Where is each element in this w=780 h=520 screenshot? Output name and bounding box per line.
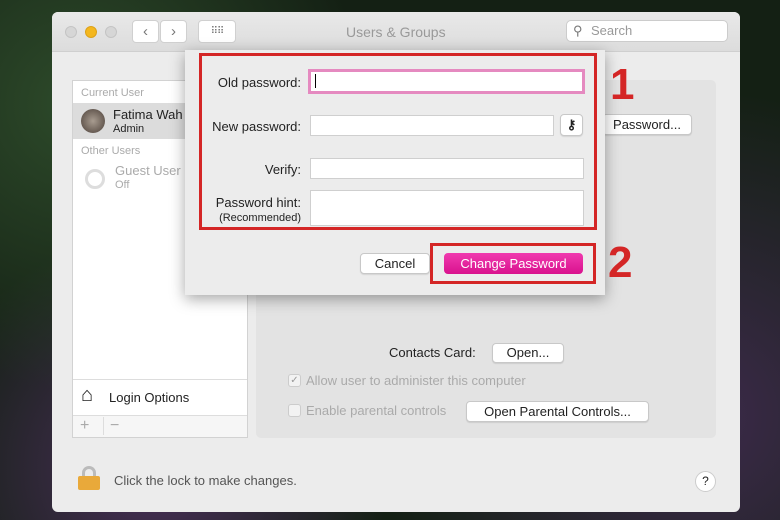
chevron-left-icon: ‹ bbox=[143, 23, 148, 40]
allow-admin-checkbox[interactable]: ✓ bbox=[288, 374, 301, 387]
user-role: Admin bbox=[113, 123, 145, 135]
open-parental-controls-button[interactable]: Open Parental Controls... bbox=[466, 401, 649, 422]
list-toolbar: + − bbox=[73, 415, 247, 437]
change-password-button[interactable]: Password... bbox=[602, 114, 692, 135]
search-input[interactable]: ⚲ Search bbox=[566, 20, 728, 42]
show-all-button[interactable]: ⠿⠿ bbox=[198, 20, 236, 43]
chevron-right-icon: › bbox=[171, 23, 176, 40]
window-title: Users & Groups bbox=[346, 24, 446, 40]
remove-user-button[interactable]: − bbox=[103, 417, 119, 435]
lock-message: Click the lock to make changes. bbox=[114, 473, 297, 488]
search-placeholder: Search bbox=[591, 23, 633, 38]
add-user-button[interactable]: + bbox=[80, 417, 89, 435]
search-icon: ⚲ bbox=[573, 23, 583, 38]
minimize-button[interactable] bbox=[85, 26, 97, 38]
annotation-box-2 bbox=[430, 243, 596, 284]
user-status: Off bbox=[115, 179, 130, 191]
contacts-card-label: Contacts Card: bbox=[389, 345, 476, 360]
login-options-label: Login Options bbox=[109, 390, 190, 405]
other-users-header: Other Users bbox=[81, 145, 141, 157]
current-user-header: Current User bbox=[81, 87, 144, 99]
parental-controls-label: Enable parental controls bbox=[306, 403, 447, 418]
title-bar: ‹ › ⠿⠿ Users & Groups ⚲ Search bbox=[52, 12, 740, 52]
open-contacts-button[interactable]: Open... bbox=[492, 343, 564, 363]
grid-icon: ⠿⠿ bbox=[210, 26, 225, 37]
cancel-button[interactable]: Cancel bbox=[360, 253, 430, 274]
annotation-box-1 bbox=[199, 53, 597, 230]
parental-controls-checkbox[interactable] bbox=[288, 404, 301, 417]
guest-user-icon bbox=[85, 169, 105, 189]
allow-admin-label: Allow user to administer this computer bbox=[306, 373, 526, 388]
house-icon: ⌂ bbox=[81, 384, 94, 406]
user-name: Guest User bbox=[115, 163, 181, 178]
lock-icon[interactable] bbox=[78, 466, 100, 490]
login-options-item[interactable]: ⌂ Login Options bbox=[73, 379, 247, 415]
user-name: Fatima Wah bbox=[113, 107, 183, 122]
help-button[interactable]: ? bbox=[695, 471, 716, 492]
avatar bbox=[81, 109, 105, 133]
back-button[interactable]: ‹ bbox=[132, 20, 159, 43]
annotation-number-2: 2 bbox=[608, 238, 633, 287]
annotation-number-1: 1 bbox=[610, 60, 635, 109]
zoom-button[interactable] bbox=[105, 26, 117, 38]
close-button[interactable] bbox=[65, 26, 77, 38]
forward-button[interactable]: › bbox=[160, 20, 187, 43]
